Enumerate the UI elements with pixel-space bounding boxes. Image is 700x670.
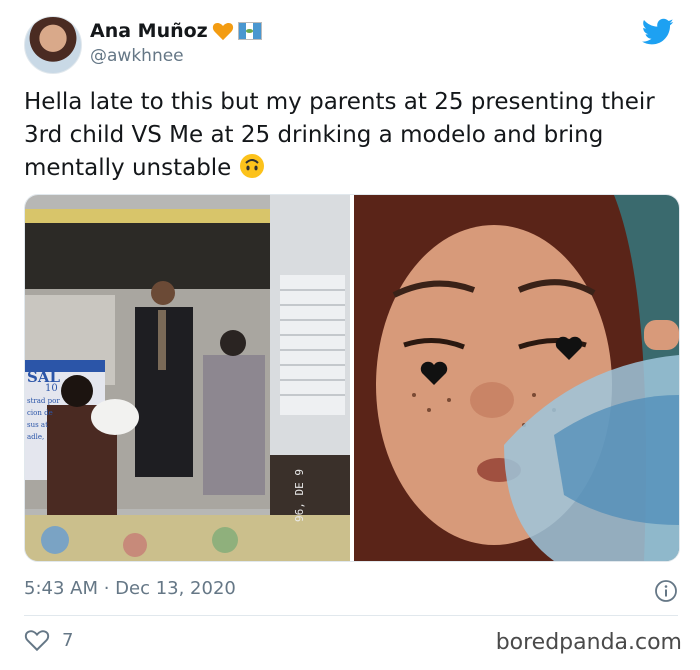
heart-outline-icon[interactable] bbox=[24, 628, 50, 652]
name-row: Ana Muñoz bbox=[90, 20, 262, 42]
tweet-text: Hella late to this but my parents at 25 … bbox=[24, 86, 664, 185]
upside-down-face-icon bbox=[239, 154, 264, 178]
user-handle[interactable]: @awkhnee bbox=[90, 46, 262, 66]
orange-heart-icon bbox=[212, 22, 233, 41]
sign-line: sus at bbox=[27, 421, 48, 429]
twitter-bird-icon[interactable] bbox=[642, 18, 674, 46]
sign-line: strad por bbox=[27, 397, 60, 405]
sign-line: cion de bbox=[27, 409, 53, 417]
photo-parents[interactable]: SAL 10 strad por cion de sus at adle, 96… bbox=[25, 195, 350, 561]
avatar[interactable] bbox=[24, 16, 82, 74]
sign-line: SAL bbox=[27, 368, 61, 386]
watermark: boredpanda.com bbox=[495, 630, 682, 655]
tweet-header: Ana Muñoz @awkhnee bbox=[24, 14, 680, 76]
guatemala-flag-icon bbox=[237, 22, 262, 40]
like-count: 7 bbox=[62, 629, 74, 651]
info-icon[interactable] bbox=[654, 579, 678, 603]
divider bbox=[24, 615, 678, 616]
like-action[interactable]: 7 bbox=[24, 628, 73, 652]
photo-date-stamp: 96, DE 9 bbox=[292, 469, 306, 522]
sign-text: SAL 10 strad por cion de sus at adle, bbox=[27, 368, 97, 443]
tweet-media[interactable]: SAL 10 strad por cion de sus at adle, 96… bbox=[24, 194, 680, 562]
user-info: Ana Muñoz @awkhnee bbox=[90, 20, 262, 66]
photo-selfie[interactable] bbox=[354, 195, 679, 561]
tweet-timestamp[interactable]: 5:43 AM · Dec 13, 2020 bbox=[24, 578, 236, 599]
tweet-body: Hella late to this but my parents at 25 … bbox=[24, 89, 655, 181]
display-name[interactable]: Ana Muñoz bbox=[90, 20, 208, 42]
sign-line: adle, bbox=[27, 433, 45, 441]
